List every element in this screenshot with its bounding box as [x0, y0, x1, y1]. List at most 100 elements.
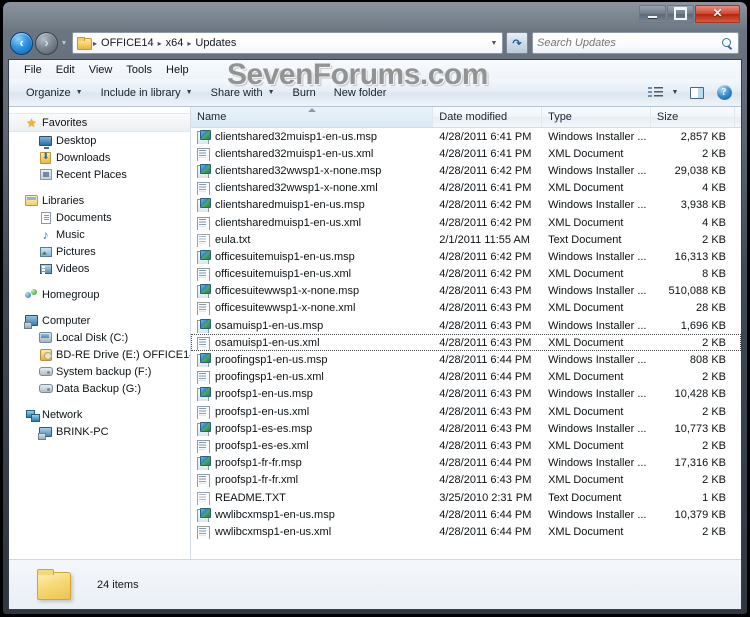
minimize-button[interactable]	[639, 4, 666, 23]
nav-item-music[interactable]: ♪ Music	[9, 226, 190, 243]
menu-tools[interactable]: Tools	[119, 62, 159, 78]
table-row[interactable]: osamuisp1-en-us.msp 4/28/2011 6:43 PM Wind…	[191, 317, 741, 334]
table-row[interactable]: proofingsp1-en-us.xml 4/28/2011 6:44 PM XM…	[191, 369, 741, 386]
cell-name: clientshared32wwsp1-x-none.xml	[191, 181, 433, 196]
nav-label: Favorites	[42, 116, 88, 129]
burn-button[interactable]: Burn	[284, 83, 325, 103]
table-row[interactable]: officesuitewwsp1-x-none.msp 4/28/2011 6:4…	[191, 283, 741, 300]
column-label: Type	[548, 111, 572, 123]
nav-item-homegroup[interactable]: Homegroup	[9, 286, 190, 303]
file-name-label: README.TXT	[215, 491, 286, 504]
table-row[interactable]: officesuitewwsp1-x-none.xml 4/28/2011 6:4…	[191, 300, 741, 317]
music-icon: ♪	[42, 227, 49, 242]
breadcrumb-office14[interactable]: OFFICE14	[98, 37, 157, 49]
table-row[interactable]: wwlibcxmsp1-en-us.msp 4/28/2011 6:44 PM Wi…	[191, 506, 741, 523]
main-split: ★ Favorites Desktop Downloads Recent Pla…	[9, 107, 741, 559]
nav-group-gap	[9, 277, 190, 286]
table-row[interactable]: osamuisp1-en-us.xml 4/28/2011 6:43 PM XML …	[191, 334, 741, 352]
address-breadcrumb-bar[interactable]: ▸ OFFICE14 ▸ x64 ▸ Updates ▼	[72, 32, 503, 54]
preview-pane-button[interactable]	[683, 83, 711, 103]
breadcrumb-x64[interactable]: x64	[163, 37, 187, 49]
cell-size: 4 KB	[702, 216, 726, 229]
nav-item-bdre-drive-e[interactable]: BD-RE Drive (E:) OFFICE14	[9, 346, 190, 363]
close-button[interactable]: ✕	[695, 4, 740, 23]
file-name-label: officesuitemuisp1-en-us.xml	[215, 268, 352, 281]
table-row[interactable]: officesuitemuisp1-en-us.msp 4/28/2011 6:4…	[191, 248, 741, 265]
search-input[interactable]	[537, 37, 721, 49]
xml-file-icon	[195, 336, 211, 350]
nav-item-recent-places[interactable]: Recent Places	[9, 166, 190, 183]
nav-item-desktop[interactable]: Desktop	[9, 132, 190, 149]
table-row[interactable]: clientsharedmuisp1-en-us.msp 4/28/2011 6:…	[191, 197, 741, 214]
column-header-date-modified[interactable]: Date modified	[433, 107, 543, 127]
menu-help[interactable]: Help	[159, 62, 196, 78]
nav-item-data-backup-g[interactable]: Data Backup (G:)	[9, 380, 190, 397]
include-in-library-button[interactable]: Include in library ▼	[92, 83, 202, 103]
view-list-icon	[647, 87, 663, 98]
table-row[interactable]: clientshared32wwsp1-x-none.xml 4/28/2011 …	[191, 180, 741, 197]
cell-name: proofsp1-en-us.msp	[191, 387, 433, 402]
view-options-dropdown[interactable]: ▼	[667, 83, 683, 103]
column-header-size[interactable]: Size	[651, 107, 735, 127]
table-row[interactable]: proofsp1-fr-fr.msp 4/28/2011 6:44 PM Windo…	[191, 455, 741, 472]
help-button[interactable]: ?	[711, 83, 737, 103]
forward-button[interactable]: ›	[35, 31, 58, 55]
table-row[interactable]: wwlibcxmsp1-en-us.xml 4/28/2011 6:44 PM XM…	[191, 523, 741, 540]
chevron-down-icon: ▼	[671, 89, 679, 96]
nav-item-brink-pc[interactable]: BRINK-PC	[9, 423, 190, 440]
file-rows-container[interactable]: clientshared32muisp1-en-us.msp 4/28/2011 …	[191, 128, 741, 559]
explorer-window: ✕ ‹ › ▼ ▸ OFFICE14 ▸ x64 ▸ Updates ▼ ↷ S…	[3, 2, 747, 614]
cell-size: 4 KB	[702, 182, 726, 195]
organize-button[interactable]: Organize ▼	[17, 83, 92, 103]
table-row[interactable]: clientsharedmuisp1-en-us.xml 4/28/2011 6:…	[191, 214, 741, 231]
maximize-button[interactable]	[667, 4, 694, 23]
nav-item-pictures[interactable]: Pictures	[9, 243, 190, 260]
nav-item-network[interactable]: Network	[9, 406, 190, 423]
menu-file[interactable]: File	[17, 62, 49, 78]
file-name-label: clientshared32wwsp1-x-none.msp	[215, 164, 382, 177]
nav-item-local-disk-c[interactable]: Local Disk (C:)	[9, 329, 190, 346]
nav-item-downloads[interactable]: Downloads	[9, 149, 190, 166]
status-bar: 24 items	[9, 559, 741, 609]
table-row[interactable]: README.TXT 3/25/2010 2:31 PM Text Document…	[191, 489, 741, 506]
share-with-button[interactable]: Share with ▼	[202, 83, 284, 103]
msp-file-icon	[195, 456, 211, 471]
table-row[interactable]: proofingsp1-en-us.msp 4/28/2011 6:44 PM Wi…	[191, 351, 741, 368]
table-row[interactable]: proofsp1-en-us.xml 4/28/2011 6:43 PM XML D…	[191, 403, 741, 420]
recent-pages-dropdown[interactable]: ▼	[59, 40, 69, 47]
nav-label: BD-RE Drive (E:) OFFICE14	[56, 348, 191, 361]
navigation-pane[interactable]: ★ Favorites Desktop Downloads Recent Pla…	[9, 107, 191, 559]
column-header-name[interactable]: Name	[191, 107, 434, 127]
nav-item-libraries[interactable]: Libraries	[9, 192, 190, 209]
nav-item-computer[interactable]: Computer	[9, 312, 190, 329]
table-row[interactable]: proofsp1-es-es.msp 4/28/2011 6:43 PM Windo…	[191, 420, 741, 437]
menu-view[interactable]: View	[82, 62, 120, 78]
nav-item-system-backup-f[interactable]: System backup (F:)	[9, 363, 190, 380]
nav-item-favorites[interactable]: ★ Favorites	[9, 113, 190, 132]
search-box[interactable]	[532, 32, 739, 54]
back-button[interactable]: ‹	[10, 31, 33, 55]
table-row[interactable]: clientshared32wwsp1-x-none.msp 4/28/2011 …	[191, 162, 741, 179]
table-row[interactable]: clientshared32muisp1-en-us.xml 4/28/2011 …	[191, 145, 741, 162]
table-row[interactable]: proofsp1-en-us.msp 4/28/2011 6:43 PM Windo…	[191, 386, 741, 403]
table-row[interactable]: proofsp1-es-es.xml 4/28/2011 6:43 PM XML D…	[191, 437, 741, 454]
table-row[interactable]: officesuitemuisp1-en-us.xml 4/28/2011 6:4…	[191, 266, 741, 283]
nav-item-videos[interactable]: Videos	[9, 260, 190, 277]
table-row[interactable]: clientshared32muisp1-en-us.msp 4/28/2011 …	[191, 128, 741, 145]
nav-item-documents[interactable]: Documents	[9, 209, 190, 226]
cell-size: 29,038 KB	[674, 164, 726, 177]
cell-date-modified: 4/28/2011 6:41 PM	[439, 147, 532, 160]
cell-name: proofingsp1-en-us.xml	[191, 370, 433, 385]
menu-edit[interactable]: Edit	[49, 62, 82, 78]
column-header-type[interactable]: Type	[542, 107, 651, 127]
refresh-button[interactable]: ↷	[506, 32, 528, 54]
table-row[interactable]: eula.txt 2/1/2011 11:55 AM Text Document 2 …	[191, 231, 741, 248]
breadcrumb-updates[interactable]: Updates	[192, 37, 239, 49]
cell-name: eula.txt	[191, 233, 433, 247]
cell-date-modified: 4/28/2011 6:43 PM	[439, 319, 532, 332]
cell-size: 8 KB	[702, 268, 726, 281]
view-options-button[interactable]	[643, 83, 667, 103]
new-folder-button[interactable]: New folder	[325, 83, 396, 103]
table-row[interactable]: proofsp1-fr-fr.xml 4/28/2011 6:43 PM XML D…	[191, 472, 741, 489]
address-dropdown-icon[interactable]: ▼	[486, 40, 502, 47]
